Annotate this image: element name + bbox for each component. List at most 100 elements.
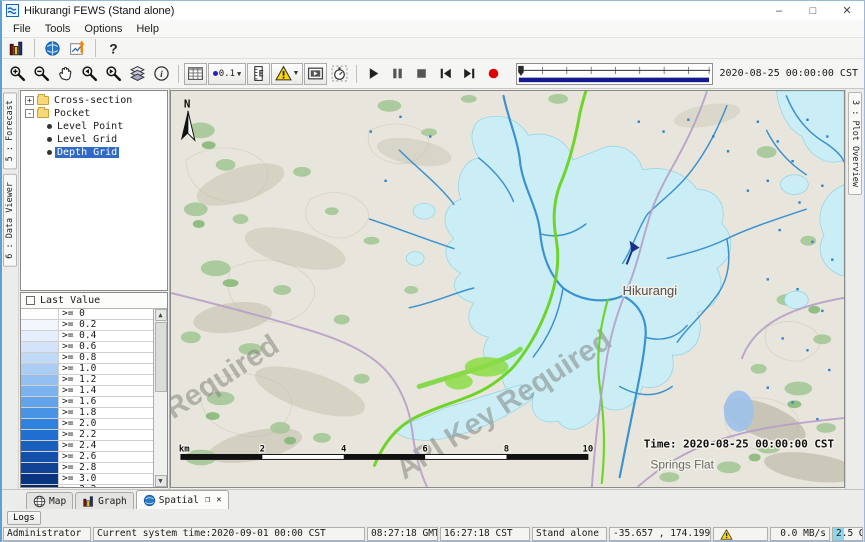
left-tab-forecast[interactable]: 5 : Forecast bbox=[3, 92, 17, 169]
tab-graph[interactable]: Graph bbox=[75, 492, 134, 509]
toolbar-separator bbox=[356, 65, 357, 83]
layers-button[interactable] bbox=[126, 63, 149, 85]
ruler-button[interactable]: E bbox=[247, 63, 270, 85]
warning-icon bbox=[720, 529, 733, 540]
menu-help[interactable]: Help bbox=[129, 22, 166, 36]
map-time-label: Time: 2020-08-25 00:00:00 CST bbox=[644, 438, 835, 451]
chevron-down-icon: ▼ bbox=[293, 70, 300, 77]
legend-swatch bbox=[21, 353, 59, 363]
tab-maximize-icon[interactable]: ❐ bbox=[205, 495, 210, 505]
toolbar-main: ? bbox=[2, 38, 864, 59]
status-user: Administrator bbox=[3, 527, 91, 541]
close-button[interactable]: ✕ bbox=[830, 1, 864, 20]
scale-bar-segments bbox=[181, 454, 588, 459]
tree-item-level-grid[interactable]: Level Grid bbox=[21, 133, 167, 146]
menu-options[interactable]: Options bbox=[77, 22, 129, 36]
pause-button[interactable] bbox=[386, 63, 409, 85]
deep-flood-patch bbox=[724, 390, 754, 431]
legend-header: Last Value bbox=[21, 293, 167, 309]
info-button[interactable]: i bbox=[150, 63, 173, 85]
timeline-slider[interactable] bbox=[516, 63, 713, 85]
last-value-checkbox[interactable] bbox=[26, 296, 35, 305]
legend-swatch bbox=[21, 331, 59, 341]
app-logo-icon bbox=[6, 4, 19, 17]
tab-label: Spatial bbox=[159, 495, 199, 506]
map-display-button[interactable] bbox=[41, 37, 64, 59]
movie-button[interactable] bbox=[304, 63, 327, 85]
bullet-icon bbox=[47, 124, 52, 129]
scale-select-button[interactable]: 0.1▼ bbox=[208, 63, 246, 85]
scroll-track[interactable] bbox=[155, 321, 167, 475]
toolbar-separator bbox=[95, 39, 96, 57]
status-warning-cell bbox=[713, 527, 768, 541]
legend-swatch bbox=[21, 320, 59, 330]
tree-expander-icon[interactable]: - bbox=[25, 109, 34, 118]
legend-swatch bbox=[21, 364, 59, 374]
step-forward-button[interactable] bbox=[458, 63, 481, 85]
status-download-speed: 0.0 MB/s bbox=[770, 527, 830, 541]
menu-file[interactable]: File bbox=[6, 22, 38, 36]
scroll-down-icon[interactable]: ▼ bbox=[155, 475, 167, 487]
legend-swatch bbox=[21, 397, 59, 407]
tree-item-cross-section[interactable]: +Cross-section bbox=[21, 94, 167, 107]
town-label: Hikurangi bbox=[623, 283, 677, 298]
left-tab-data-viewer[interactable]: 6 : Data Viewer bbox=[3, 174, 17, 267]
right-tab-plot-overview[interactable]: 3 : Plot Overview bbox=[848, 92, 862, 195]
last-value-label: Last Value bbox=[40, 295, 100, 306]
pan-button[interactable] bbox=[54, 63, 77, 85]
legend-label: >= 2.6 bbox=[59, 452, 96, 462]
legend-label: >= 1.4 bbox=[59, 386, 96, 396]
timeline-datetime: 2020-08-25 00:00:00 CST bbox=[720, 68, 860, 79]
grid-button[interactable] bbox=[184, 63, 207, 85]
menu-tools[interactable]: Tools bbox=[38, 22, 78, 36]
legend-swatch bbox=[21, 419, 59, 429]
zoom-previous-button[interactable] bbox=[78, 63, 101, 85]
play-button[interactable] bbox=[362, 63, 385, 85]
data-viewer-panel: +Cross-section-PocketLevel PointLevel Gr… bbox=[19, 89, 170, 489]
warning-select-button[interactable]: ▼ bbox=[271, 63, 303, 85]
zoom-out-button[interactable] bbox=[30, 63, 53, 85]
step-backward-button[interactable] bbox=[434, 63, 457, 85]
tree-item-level-point[interactable]: Level Point bbox=[21, 120, 167, 133]
scroll-up-icon[interactable]: ▲ bbox=[155, 309, 167, 321]
tab-spatial[interactable]: Spatial ❐ ✕ bbox=[136, 490, 229, 509]
legend-label: >= 3.0 bbox=[59, 474, 96, 484]
right-tab-strip: 3 : Plot Overview bbox=[845, 89, 864, 489]
stop-button[interactable] bbox=[410, 63, 433, 85]
status-gmt-time: 08:27:18 GMT bbox=[367, 527, 438, 541]
legend-label: >= 2.0 bbox=[59, 419, 96, 429]
legend-row[interactable]: >= 3.2 bbox=[21, 485, 153, 487]
legend-scrollbar[interactable]: ▲ ▼ bbox=[153, 309, 167, 487]
legend-label: >= 0.4 bbox=[59, 331, 96, 341]
legend-swatch bbox=[21, 463, 59, 473]
status-bar: Administrator Current system time:2020-0… bbox=[2, 526, 864, 541]
help-button[interactable]: ? bbox=[102, 37, 125, 59]
tab-map[interactable]: Map bbox=[26, 492, 73, 509]
tree-item-pocket[interactable]: -Pocket bbox=[21, 107, 167, 120]
scale-unit-label: km bbox=[179, 445, 190, 455]
tree-expander-icon[interactable]: + bbox=[25, 96, 34, 105]
tab-close-icon[interactable]: ✕ bbox=[216, 495, 221, 505]
map-view[interactable]: API Key Required API Key Required bbox=[170, 90, 845, 488]
minimize-button[interactable]: – bbox=[762, 1, 796, 20]
title-bar: Hikurangi FEWS (Stand alone) –□✕ bbox=[2, 1, 864, 20]
data-explorer-button[interactable] bbox=[5, 37, 28, 59]
legend-label: >= 2.2 bbox=[59, 430, 96, 440]
legend-label: >= 0.2 bbox=[59, 320, 96, 330]
legend-swatch bbox=[21, 485, 59, 487]
legend-swatch bbox=[21, 430, 59, 440]
zoom-next-button[interactable] bbox=[102, 63, 125, 85]
logs-button[interactable]: Logs bbox=[7, 511, 41, 525]
legend-swatch bbox=[21, 452, 59, 462]
tree-item-depth-grid[interactable]: Depth Grid bbox=[21, 146, 167, 159]
record-button[interactable] bbox=[482, 63, 505, 85]
grid-display-button[interactable] bbox=[66, 37, 89, 59]
scroll-thumb[interactable] bbox=[155, 322, 167, 392]
place-label: Springs Flat bbox=[650, 457, 714, 471]
legend-swatch bbox=[21, 309, 59, 319]
legend-swatch bbox=[21, 375, 59, 385]
maximize-button[interactable]: □ bbox=[796, 1, 830, 20]
zoom-in-button[interactable] bbox=[6, 63, 29, 85]
content-area: 5 : Forecast 6 : Data Viewer +Cross-secti… bbox=[2, 89, 864, 489]
stopwatch-button[interactable] bbox=[328, 63, 351, 85]
